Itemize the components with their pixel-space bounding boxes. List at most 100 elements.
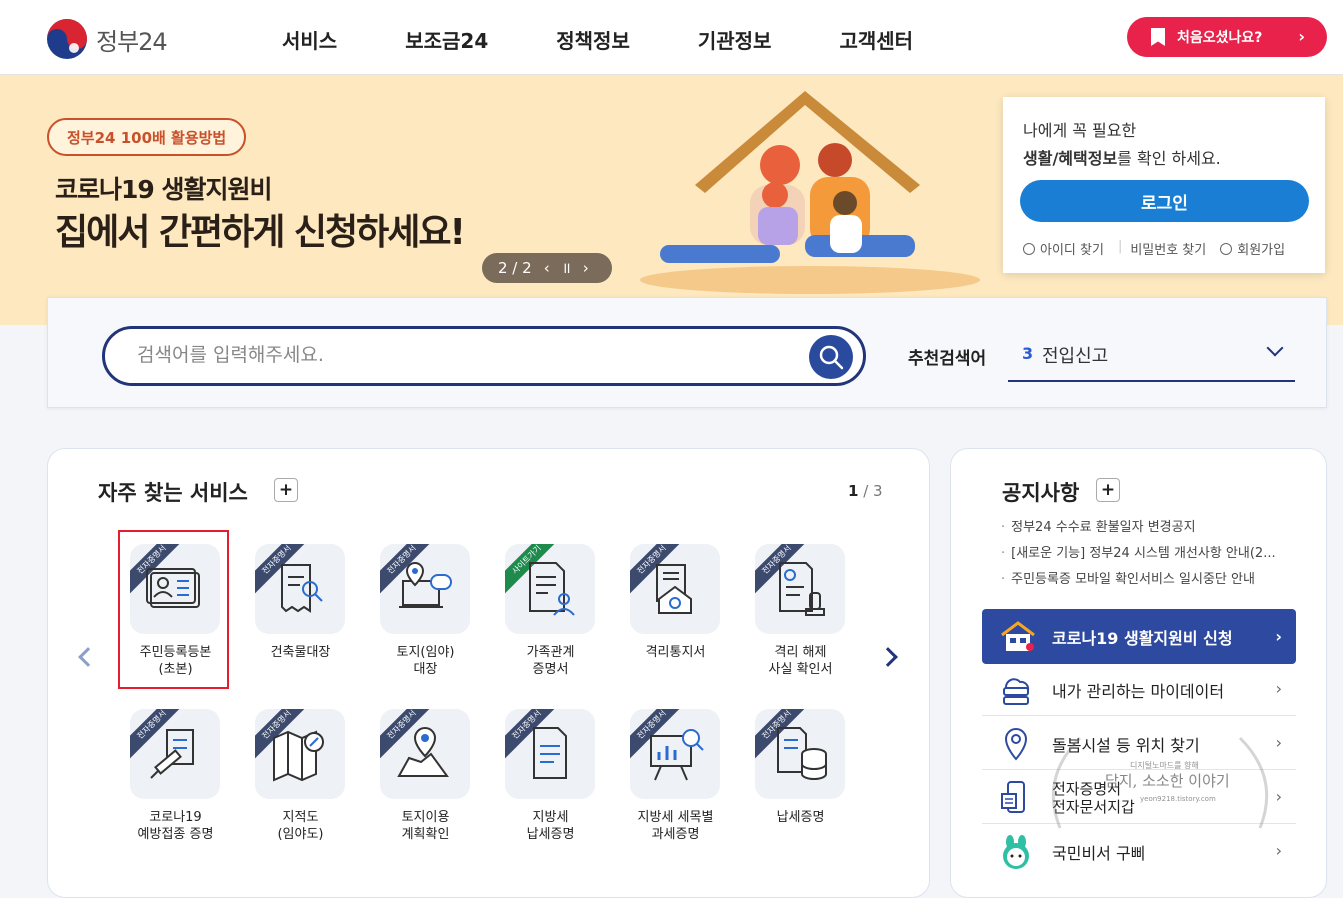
tile-icon-box: 전자증명서 <box>130 709 220 799</box>
tile-label: 건축물대장 <box>270 645 331 660</box>
services-prev-arrow[interactable] <box>78 647 98 667</box>
house-virus-icon <box>656 564 692 614</box>
find-id-link[interactable]: 아이디 찾기 <box>1023 239 1104 258</box>
quick-link-mydata[interactable]: 내가 관리하는 마이데이터 › <box>982 664 1296 716</box>
document-person-icon <box>529 562 575 616</box>
chart-board-icon <box>650 729 704 781</box>
tile-icon-box: 전자증명서 <box>505 709 595 799</box>
quick-link-care-facility[interactable]: 돌봄시설 등 위치 찾기 › <box>982 718 1296 770</box>
signup-link[interactable]: 회원가입 <box>1220 239 1285 258</box>
quick-link-label: 전자증명서 전자문서지갑 <box>1052 779 1135 816</box>
nav-agency[interactable]: 기관정보 <box>698 25 772 54</box>
quick-link-gubbi[interactable]: 국민비서 구삐 › <box>982 826 1296 878</box>
banner-pager: 2 / 2 ‹ ॥ › <box>482 253 612 283</box>
covid-support-button[interactable]: 코로나19 생활지원비 신청 › <box>982 609 1296 664</box>
service-tile-local-tax-payment[interactable]: 전자증명서 지방세 납세증명 <box>488 709 613 869</box>
document-stamp-icon <box>779 562 825 616</box>
logo[interactable]: 정부24 <box>46 18 168 60</box>
lock-icon <box>1023 242 1035 255</box>
find-password-link[interactable]: 비밀번호 찾기 <box>1130 239 1206 258</box>
chevron-right-icon: › <box>1298 27 1305 46</box>
services-next-arrow[interactable] <box>878 647 898 667</box>
find-id-label: 아이디 찾기 <box>1040 243 1104 258</box>
tile-label: 지방세 세목별 과세증명 <box>637 810 714 842</box>
notice-item[interactable]: [새로운 기능] 정부24 시스템 개선사항 안내(2... <box>1001 541 1301 567</box>
tile-icon-box: 전자증명서 <box>255 709 345 799</box>
chevron-down-icon[interactable] <box>1266 339 1284 357</box>
notice-item[interactable]: 정부24 수수료 환불일자 변경공지 <box>1001 515 1301 541</box>
cloud-server-icon <box>1003 678 1030 705</box>
services-more-button[interactable]: + <box>274 478 298 502</box>
tile-label: 지방세 납세증명 <box>526 810 575 842</box>
login-prompt-line2: 생활/혜택정보를 확인 하세요. <box>1023 145 1221 169</box>
services-page-indicator: 1 / 3 <box>848 482 883 500</box>
tile-icon-box: 전자증명서 <box>380 544 470 634</box>
tile-icon-box: 전자증명서 <box>755 544 845 634</box>
map-magnifier-icon <box>273 730 324 782</box>
divider: | <box>1117 239 1123 254</box>
service-tile-covid-vaccination[interactable]: 전자증명서 코로나19 예방접종 증명 <box>113 709 238 869</box>
service-tile-land-register[interactable]: 전자증명서 토지(임야) 대장 <box>363 544 488 704</box>
login-card: 나에게 꼭 필요한 생활/혜택정보를 확인 하세요. 로그인 아이디 찾기 | … <box>1003 97 1325 273</box>
service-tile-local-tax-by-item[interactable]: 전자증명서 지방세 세목별 과세증명 <box>613 709 738 869</box>
tile-icon-box: 전자증명서 <box>755 709 845 799</box>
map-location-icon <box>397 726 449 777</box>
pager-pause-icon[interactable]: ॥ <box>562 258 571 278</box>
tile-label: 격리통지서 <box>645 645 706 660</box>
recommend-dropdown[interactable]: 3 전입신고 <box>1008 334 1295 382</box>
tile-icon-box: 전자증명서 <box>380 709 470 799</box>
search-panel: 추천검색어 3 전입신고 <box>47 297 1327 408</box>
header: 정부24 서비스 보조금24 정책정보 기관정보 고객센터 처음오셨나요? › <box>0 0 1343 75</box>
recommend-term[interactable]: 전입신고 <box>1042 342 1108 368</box>
service-tile-tax-payment[interactable]: 전자증명서 납세증명 <box>738 709 863 869</box>
tile-label: 지적도 (임야도) <box>277 810 324 842</box>
covid-support-label: 코로나19 생활지원비 신청 <box>1052 628 1233 648</box>
search-button[interactable] <box>809 335 853 379</box>
recommend-rank: 3 <box>1022 344 1034 363</box>
nav-subsidy[interactable]: 보조금24 <box>405 25 488 54</box>
tile-icon-box: 전자증명서 <box>255 544 345 634</box>
tile-icon-box: 전자증명서 <box>630 544 720 634</box>
service-tile-quarantine-notice[interactable]: 전자증명서 격리통지서 <box>613 544 738 704</box>
chevron-right-icon: › <box>1275 841 1282 860</box>
login-links: 아이디 찾기 | 비밀번호 찾기 회원가입 <box>1023 239 1299 258</box>
pager-prev-icon[interactable]: ‹ <box>544 259 550 277</box>
service-tile-quarantine-release[interactable]: 전자증명서 격리 해제 사실 확인서 <box>738 544 863 704</box>
search-box <box>102 326 866 386</box>
signup-label: 회원가입 <box>1237 243 1286 258</box>
tile-label: 토지이용 계획확인 <box>401 810 450 842</box>
tile-label: 납세증명 <box>776 810 825 825</box>
quick-link-e-wallet[interactable]: 전자증명서 전자문서지갑 › <box>982 772 1296 824</box>
quick-link-label: 돌봄시설 등 위치 찾기 <box>1052 735 1200 755</box>
nav-services[interactable]: 서비스 <box>282 25 337 54</box>
nav-customer-center[interactable]: 고객센터 <box>839 25 913 54</box>
family-illustration <box>640 91 980 294</box>
service-tile-land-use-plan[interactable]: 전자증명서 토지이용 계획확인 <box>363 709 488 869</box>
search-input[interactable] <box>135 343 775 367</box>
pager-count: 2 / 2 <box>498 259 532 277</box>
service-tile-cadastral-map[interactable]: 전자증명서 지적도 (임야도) <box>238 709 363 869</box>
first-visit-label: 처음오셨나요? <box>1177 30 1263 46</box>
banner-title: 집에서 간편하게 신청하세요! <box>55 212 466 253</box>
service-tile-building-register[interactable]: 전자증명서 건축물대장 <box>238 544 363 704</box>
nav-policy[interactable]: 정책정보 <box>556 25 630 54</box>
login-button[interactable]: 로그인 <box>1020 180 1309 222</box>
highlight-box <box>118 530 229 689</box>
recommend-label: 추천검색어 <box>908 349 987 369</box>
login-prompt-rest: 를 확인 하세요. <box>1117 149 1221 168</box>
first-visit-button[interactable]: 처음오셨나요? › <box>1127 17 1327 57</box>
banner-pill[interactable]: 정부24 100배 활용방법 <box>47 118 247 156</box>
syringe-document-icon <box>150 729 194 779</box>
login-prompt-bold: 생활/혜택정보 <box>1023 149 1118 168</box>
logo-text: 정부24 <box>96 27 168 56</box>
pager-next-icon[interactable]: › <box>583 259 589 277</box>
tile-label: 격리 해제 사실 확인서 <box>768 645 833 677</box>
taegeuk-logo-icon <box>47 19 87 59</box>
services-page-total: / 3 <box>863 482 883 500</box>
tile-icon-box: 전자증명서 <box>630 709 720 799</box>
notice-item[interactable]: 주민등록증 모바일 확인서비스 일시중단 안내 <box>1001 567 1301 593</box>
service-tile-family-relations[interactable]: 사이트가기 가족관계 증명서 <box>488 544 613 704</box>
banner-subtitle: 코로나19 생활지원비 <box>55 175 272 204</box>
notice-more-button[interactable]: + <box>1096 478 1120 502</box>
tile-icon-box: 사이트가기 <box>505 544 595 634</box>
